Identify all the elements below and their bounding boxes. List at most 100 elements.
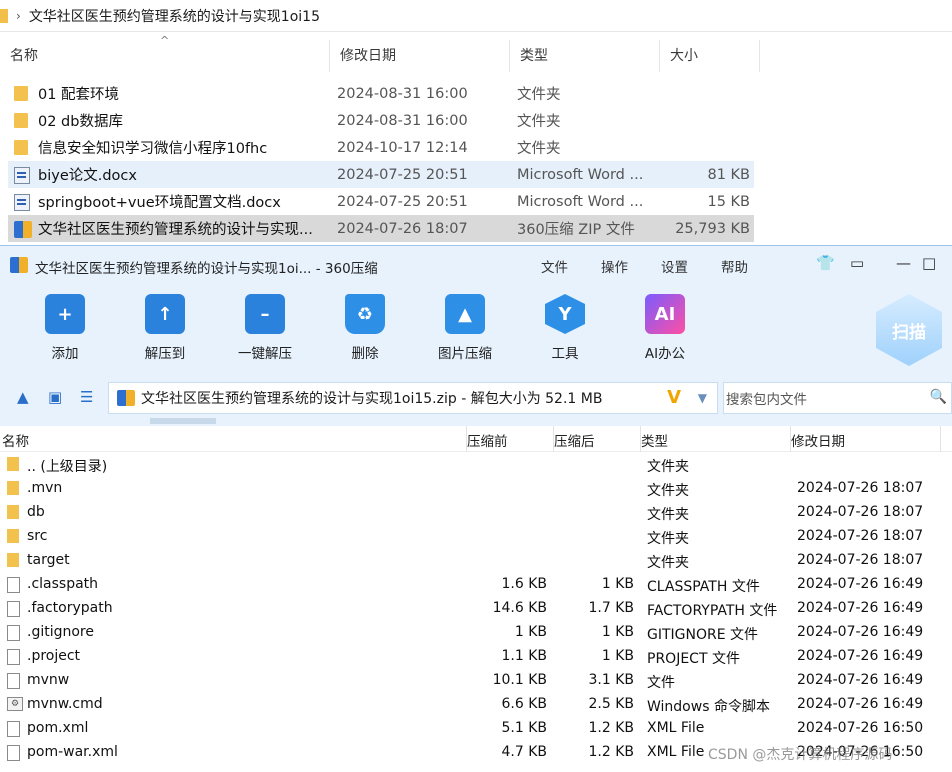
column-name[interactable]: 名称 bbox=[0, 40, 330, 72]
ai-icon: AI bbox=[645, 294, 685, 334]
file-name: .project bbox=[27, 648, 81, 664]
list-item[interactable]: 文华社区医生预约管理系统的设计与实现... 2024-07-26 18:07 3… bbox=[8, 215, 754, 242]
minimize-icon[interactable]: — bbox=[896, 254, 911, 272]
tools-button[interactable]: Y 工具 bbox=[525, 294, 605, 362]
list-item[interactable]: 01 配套环境 2024-08-31 16:00 文件夹 bbox=[8, 80, 754, 107]
folder-icon bbox=[7, 457, 19, 471]
delete-label: 删除 bbox=[351, 346, 379, 362]
table-row[interactable]: .project 1.1 KB 1 KB PROJECT 文件 2024-07-26 1… bbox=[0, 645, 952, 669]
table-row[interactable]: .gitignore 1 KB 1 KB GITIGNORE 文件 2024-07-26… bbox=[0, 621, 952, 645]
table-row[interactable]: .classpath 1.6 KB 1 KB CLASSPATH 文件 2024-07-… bbox=[0, 573, 952, 597]
column-date[interactable]: 修改日期 bbox=[330, 40, 510, 72]
breadcrumb-current[interactable]: 文华社区医生预约管理系统的设计与实现1oi15 bbox=[29, 6, 320, 26]
file-name: pom-war.xml bbox=[27, 744, 118, 760]
table-row[interactable]: db 文件夹 2024-07-26 18:07 bbox=[0, 501, 952, 525]
thumbnail-view-icon[interactable]: ▣ bbox=[48, 388, 62, 406]
extract-to-button[interactable]: ↑ 解压到 bbox=[125, 294, 205, 362]
archive-path-field[interactable]: 文华社区医生预约管理系统的设计与实现1oi15.zip - 解包大小为 52.1… bbox=[108, 382, 718, 414]
menu-file[interactable]: 文件 bbox=[541, 256, 568, 276]
image-compress-button[interactable]: ▲ 图片压缩 bbox=[425, 294, 505, 362]
file-name: .gitignore bbox=[27, 624, 94, 640]
archive-path-text: 文华社区医生预约管理系统的设计与实现1oi15.zip - 解包大小为 52.1… bbox=[141, 391, 603, 407]
list-item[interactable]: springboot+vue环境配置文档.docx 2024-07-25 20:… bbox=[8, 188, 754, 215]
file-date: 2024-07-26 16:50 bbox=[797, 720, 924, 736]
breadcrumb[interactable]: › 文华社区医生预约管理系统的设计与实现1oi15 bbox=[0, 0, 952, 32]
scroll-thumb[interactable] bbox=[150, 418, 216, 424]
add-folder-icon: + bbox=[45, 294, 85, 334]
horizontal-scrollbar[interactable] bbox=[0, 418, 952, 426]
size-before: 1.6 KB bbox=[501, 576, 548, 592]
menu-settings[interactable]: 设置 bbox=[661, 256, 688, 276]
address-bar: ▲ ▣ ☰ 文华社区医生预约管理系统的设计与实现1oi15.zip - 解包大小… bbox=[0, 376, 952, 418]
extract-folder-icon: ↑ bbox=[145, 294, 185, 334]
table-row[interactable]: .factorypath 14.6 KB 1.7 KB FACTORYPATH 文件 2… bbox=[0, 597, 952, 621]
table-row[interactable]: pom.xml 5.1 KB 1.2 KB XML File 2024-07-26 16… bbox=[0, 717, 952, 741]
column-type[interactable]: 类型 bbox=[641, 430, 668, 450]
size-after: 1.2 KB bbox=[588, 744, 635, 760]
word-document-icon bbox=[14, 194, 30, 211]
item-date: 2024-07-25 20:51 bbox=[337, 193, 468, 210]
zip-column-header-row: 名称 压缩前 压缩后 类型 修改日期 bbox=[0, 426, 952, 452]
folder-icon bbox=[7, 481, 19, 495]
size-after: 1 KB bbox=[601, 648, 634, 664]
trash-icon: ♻ bbox=[345, 294, 385, 334]
list-view-icon[interactable]: ☰ bbox=[80, 388, 93, 406]
one-click-extract-button[interactable]: – 一键解压 bbox=[225, 294, 305, 362]
zip-archive-icon bbox=[14, 221, 32, 238]
item-date: 2024-10-17 12:14 bbox=[337, 139, 468, 156]
maximize-icon[interactable]: □ bbox=[922, 254, 936, 272]
table-row[interactable]: src 文件夹 2024-07-26 18:07 bbox=[0, 525, 952, 549]
file-type: PROJECT 文件 bbox=[647, 651, 740, 667]
column-size[interactable]: 大小 bbox=[660, 40, 760, 72]
file-date: 2024-07-26 18:07 bbox=[797, 552, 924, 568]
column-date[interactable]: 修改日期 bbox=[791, 430, 845, 450]
list-item[interactable]: 02 db数据库 2024-08-31 16:00 文件夹 bbox=[8, 107, 754, 134]
column-compressed-before[interactable]: 压缩前 bbox=[467, 430, 508, 450]
file-date: 2024-07-26 16:49 bbox=[797, 648, 924, 664]
table-row[interactable]: mvnw 10.1 KB 3.1 KB 文件 2024-07-26 16:49 bbox=[0, 669, 952, 693]
file-type: 文件夹 bbox=[647, 459, 689, 475]
file-icon bbox=[7, 745, 20, 761]
title-bar: 文华社区医生预约管理系统的设计与实现1oi... - 360压缩 文件 操作 设… bbox=[0, 246, 952, 284]
file-type: 文件夹 bbox=[647, 483, 689, 499]
menu-ops[interactable]: 操作 bbox=[601, 256, 628, 276]
file-name: .mvn bbox=[27, 480, 63, 496]
script-file-icon: ⚙ bbox=[7, 697, 23, 711]
file-type: 文件夹 bbox=[647, 555, 689, 571]
item-size: 25,793 KB bbox=[675, 220, 750, 237]
skin-icon[interactable]: 👕 bbox=[816, 254, 835, 272]
v-logo-icon[interactable]: V bbox=[667, 387, 681, 408]
menu-help[interactable]: 帮助 bbox=[721, 256, 748, 276]
table-row[interactable]: .mvn 文件夹 2024-07-26 18:07 bbox=[0, 477, 952, 501]
delete-button[interactable]: ♻ 删除 bbox=[325, 294, 405, 362]
file-name: .factorypath bbox=[27, 600, 113, 616]
column-type[interactable]: 类型 bbox=[510, 40, 660, 72]
list-item[interactable]: 信息安全知识学习微信小程序10fhc 2024-10-17 12:14 文件夹 bbox=[8, 134, 754, 161]
chevron-right-icon[interactable]: › bbox=[16, 9, 21, 23]
add-button[interactable]: + 添加 bbox=[25, 294, 105, 362]
table-row[interactable]: target 文件夹 2024-07-26 18:07 bbox=[0, 549, 952, 573]
column-compressed-after[interactable]: 压缩后 bbox=[554, 430, 595, 450]
up-arrow-icon[interactable]: ▲ bbox=[17, 388, 29, 406]
feedback-icon[interactable]: ▭ bbox=[850, 254, 864, 272]
item-date: 2024-08-31 16:00 bbox=[337, 112, 468, 129]
size-before: 6.6 KB bbox=[501, 696, 548, 712]
table-row[interactable]: ⚙ mvnw.cmd 6.6 KB 2.5 KB Windows 命令脚本 2024-07… bbox=[0, 693, 952, 717]
item-type: 360压缩 ZIP 文件 bbox=[517, 222, 635, 238]
search-input[interactable]: 搜索包内文件 🔍 bbox=[723, 382, 952, 414]
column-name[interactable]: 名称 bbox=[2, 430, 29, 450]
size-before: 1 KB bbox=[514, 624, 547, 640]
file-icon bbox=[7, 649, 20, 665]
folder-icon bbox=[7, 505, 19, 519]
search-icon[interactable]: 🔍 bbox=[930, 389, 947, 405]
file-type: CLASSPATH 文件 bbox=[647, 579, 760, 595]
tools-icon: Y bbox=[545, 294, 585, 334]
scan-button[interactable]: 扫描 bbox=[876, 294, 942, 366]
list-item[interactable]: biye论文.docx 2024-07-25 20:51 Microsoft W… bbox=[8, 161, 754, 188]
file-name: target bbox=[27, 552, 70, 568]
ai-office-button[interactable]: AI AI办公 bbox=[625, 294, 705, 362]
chevron-down-icon[interactable]: ▼ bbox=[698, 391, 707, 405]
file-date: 2024-07-26 18:07 bbox=[797, 480, 924, 496]
file-type: 文件夹 bbox=[647, 507, 689, 523]
table-row[interactable]: .. (上级目录) 文件夹 bbox=[0, 453, 952, 477]
